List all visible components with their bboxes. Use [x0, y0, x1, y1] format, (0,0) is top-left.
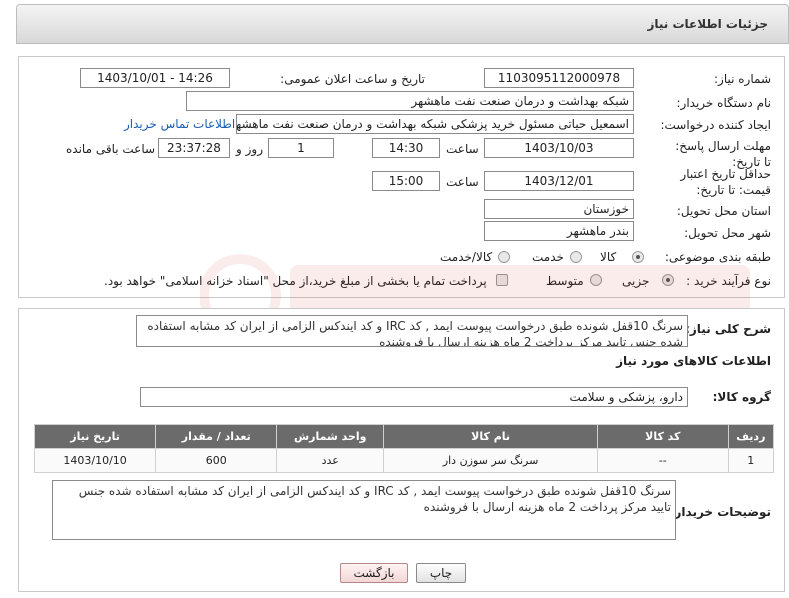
summary-textarea[interactable]: سرنگ 10قفل شونده طبق درخواست پیوست ایمد …	[136, 315, 688, 347]
buyer-contact-link[interactable]: اطلاعات تماس خریدار	[124, 117, 235, 131]
category-radio-goods[interactable]	[632, 251, 644, 263]
price-time-label: ساعت	[446, 175, 479, 189]
buyer-org-field: شبکه بهداشت و درمان صنعت نفت ماهشهر	[186, 91, 634, 111]
days-field: 1	[268, 138, 334, 158]
process-option-minor: جزیی	[622, 274, 650, 288]
category-option-service: خدمت	[532, 250, 564, 264]
price-validity-label: حداقل تاریخ اعتبار قیمت: تا تاریخ:	[680, 167, 771, 197]
goods-table: ردیف کد کالا نام کالا واحد شمارش تعداد /…	[33, 424, 775, 473]
reply-time-field: 14:30	[372, 138, 440, 158]
col-unit: واحد شمارش	[276, 424, 385, 449]
page-title: جزئیات اطلاعات نیاز	[647, 17, 768, 31]
col-code: کد کالا	[596, 424, 729, 449]
price-time-field: 15:00	[372, 171, 440, 191]
cell-unit: عدد	[276, 448, 385, 473]
days-label: روز و	[236, 142, 263, 156]
goods-group-field: دارو، پزشکی و سلامت	[140, 387, 688, 407]
process-radio-minor[interactable]	[662, 274, 674, 286]
col-row: ردیف	[727, 424, 775, 449]
remaining-label: ساعت باقی مانده	[66, 142, 156, 156]
print-button[interactable]: چاپ	[416, 563, 466, 583]
col-qty: تعداد / مقدار	[155, 424, 278, 449]
process-label: نوع فرآیند خرید :	[686, 274, 771, 288]
category-label: طبقه بندی موضوعی:	[664, 250, 771, 264]
reply-time-label: ساعت	[446, 142, 479, 156]
cell-qty: 600	[155, 448, 278, 473]
col-name: نام کالا	[383, 424, 598, 449]
city-field: بندر ماهشهر	[484, 221, 634, 241]
city-label: شهر محل تحویل:	[684, 226, 771, 240]
cell-date: 1403/10/10	[33, 448, 157, 473]
buyer-notes-label: توضیحات خریدار:	[669, 505, 771, 519]
summary-label: شرح کلی نیاز:	[685, 322, 771, 336]
treasury-payment-note: پرداخت تمام یا بخشی از مبلغ خرید،از محل …	[104, 274, 487, 288]
process-option-medium: متوسط	[546, 274, 584, 288]
goods-table-header: ردیف کد کالا نام کالا واحد شمارش تعداد /…	[33, 424, 775, 449]
province-field: خوزستان	[484, 199, 634, 219]
price-date-field: 1403/12/01	[484, 171, 634, 191]
announce-field: 1403/10/01 - 14:26	[80, 68, 230, 88]
goods-section-title: اطلاعات کالاهای مورد نیاز	[616, 354, 771, 368]
page-header: جزئیات اطلاعات نیاز	[16, 4, 789, 44]
process-radio-medium[interactable]	[590, 274, 602, 286]
buyer-org-label: نام دستگاه خریدار:	[676, 96, 772, 110]
remaining-time-field: 23:37:28	[158, 138, 230, 158]
category-option-both: کالا/خدمت	[440, 250, 493, 264]
need-number-label: شماره نیاز:	[714, 72, 771, 86]
cell-row: 1	[727, 448, 775, 473]
need-number-field: 1103095112000978	[484, 68, 634, 88]
creator-label: ایجاد کننده درخواست:	[660, 118, 771, 132]
category-radio-both[interactable]	[498, 251, 510, 263]
col-date: تاریخ نیاز	[33, 424, 157, 449]
buyer-notes-textarea[interactable]: سرنگ 10قفل شونده طبق درخواست پیوست ایمد …	[52, 480, 676, 540]
table-row: 1 -- سرنگ سر سوزن دار عدد 600 1403/10/10	[33, 448, 775, 473]
cell-code: --	[596, 448, 729, 473]
province-label: استان محل تحویل:	[676, 204, 771, 218]
announce-label: تاریخ و ساعت اعلان عمومی:	[280, 72, 425, 86]
treasury-payment-checkbox[interactable]	[496, 274, 508, 286]
category-option-goods: کالا	[600, 250, 617, 264]
cell-name: سرنگ سر سوزن دار	[383, 448, 598, 473]
goods-group-label: گروه کالا:	[712, 390, 771, 404]
creator-field: اسمعیل حیاتی مسئول خرید پزشکی شبکه بهداش…	[236, 114, 634, 134]
reply-date-field: 1403/10/03	[484, 138, 634, 158]
back-button[interactable]: بازگشت	[340, 563, 408, 583]
category-radio-service[interactable]	[570, 251, 582, 263]
